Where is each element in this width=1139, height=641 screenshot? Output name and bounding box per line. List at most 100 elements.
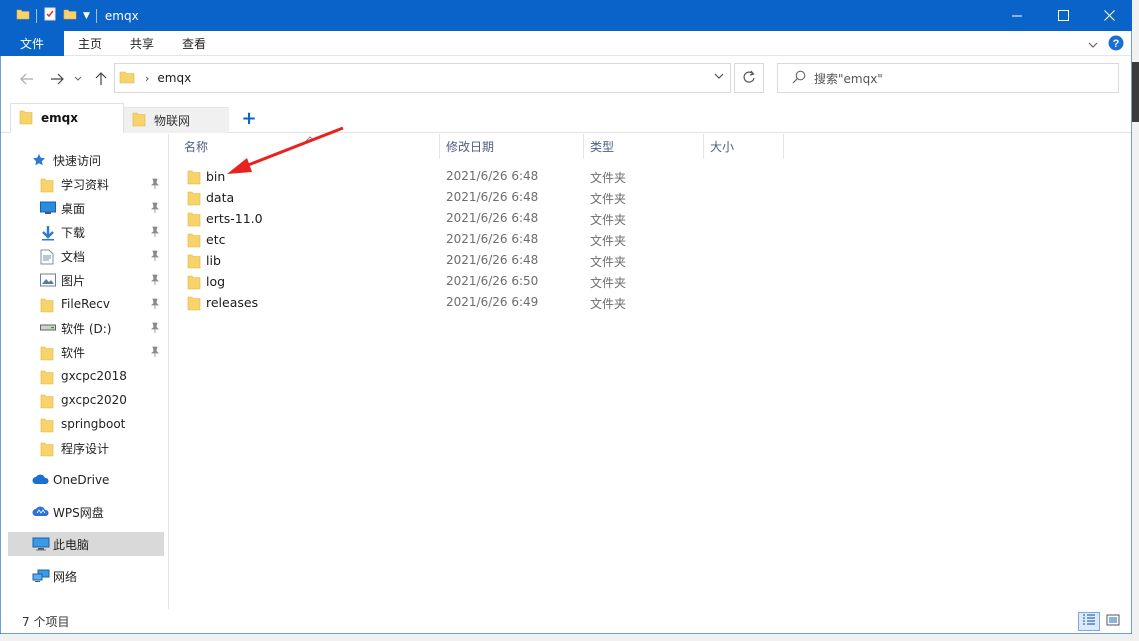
sidebar-item-network[interactable]: 网络: [8, 564, 164, 588]
file-type: 文件夹: [590, 276, 627, 290]
file-row[interactable]: etc 2021/6/26 6:48 文件夹: [184, 229, 784, 250]
properties-icon[interactable]: [43, 7, 57, 24]
picture-icon: [40, 273, 56, 290]
close-button[interactable]: [1086, 0, 1132, 31]
forward-arrow-icon[interactable]: [48, 70, 66, 88]
file-modified: 2021/6/26 6:48: [446, 190, 539, 204]
sidebar-item-gxcpc2020[interactable]: gxcpc2020: [8, 388, 164, 412]
file-row[interactable]: data 2021/6/26 6:48 文件夹: [184, 187, 784, 208]
tab-home[interactable]: 主页: [64, 31, 116, 56]
file-modified: 2021/6/26 6:48: [446, 253, 539, 267]
details-view-icon: [1082, 614, 1096, 629]
folder-icon: [119, 69, 135, 88]
file-name: data: [206, 190, 235, 205]
pin-icon[interactable]: [150, 274, 160, 289]
column-header-size[interactable]: 大小: [710, 134, 734, 159]
add-tab-button[interactable]: +: [240, 108, 258, 129]
onedrive-icon: [32, 473, 50, 488]
sidebar-item-documents[interactable]: 文档: [8, 244, 164, 268]
chevron-down-icon[interactable]: ▼: [83, 11, 90, 21]
column-separator[interactable]: [439, 134, 440, 159]
tab-view[interactable]: 查看: [168, 31, 220, 56]
recent-locations-chevron-icon[interactable]: [72, 70, 84, 88]
sidebar-item-this-pc[interactable]: 此电脑: [8, 532, 164, 556]
sidebar-item-label: 程序设计: [61, 441, 110, 456]
up-arrow-icon[interactable]: [92, 70, 110, 88]
folder-icon: [187, 169, 201, 188]
large-icons-view-button[interactable]: [1102, 612, 1124, 631]
back-arrow-icon[interactable]: [18, 70, 36, 88]
sidebar-item-filerecv[interactable]: FileRecv: [8, 292, 164, 316]
column-separator[interactable]: [583, 134, 584, 159]
file-type: 文件夹: [590, 234, 627, 248]
chevron-down-icon[interactable]: [1088, 38, 1098, 52]
tab-label: emqx: [41, 111, 78, 125]
column-separator[interactable]: [783, 134, 784, 159]
file-name: releases: [206, 295, 259, 310]
sidebar-item-label: 快速访问: [53, 153, 102, 168]
tab-iot[interactable]: 物联网: [124, 107, 229, 133]
item-count: 7 个项目: [22, 615, 70, 629]
column-header-type[interactable]: 类型: [590, 134, 614, 159]
folder-icon: [40, 441, 54, 460]
breadcrumb-separator-icon[interactable]: ›: [145, 72, 149, 85]
pin-icon[interactable]: [150, 250, 160, 265]
sidebar-item-springboot[interactable]: springboot: [8, 412, 164, 436]
status-bar: 7 个项目: [0, 609, 1132, 634]
file-row[interactable]: releases 2021/6/26 6:49 文件夹: [184, 292, 784, 313]
folder-tab-strip: emqx 物联网 +: [0, 103, 1132, 133]
view-toggle: [1078, 612, 1124, 631]
pin-icon[interactable]: [150, 346, 160, 361]
pin-icon[interactable]: [150, 322, 160, 337]
folder-icon: [40, 297, 54, 316]
sidebar-item-drive-d[interactable]: 软件 (D:): [8, 316, 164, 340]
pin-icon[interactable]: [150, 226, 160, 241]
tab-emqx[interactable]: emqx: [10, 103, 124, 133]
tab-file[interactable]: 文件: [0, 30, 64, 56]
new-folder-icon[interactable]: [63, 7, 77, 24]
sidebar-item-pictures[interactable]: 图片: [8, 268, 164, 292]
refresh-button[interactable]: [734, 63, 764, 93]
sidebar-item-label: 网络: [53, 569, 78, 584]
large-icons-view-icon: [1106, 614, 1120, 629]
file-row[interactable]: bin 2021/6/26 6:48 文件夹: [184, 166, 784, 187]
maximize-button[interactable]: [1040, 0, 1086, 31]
drive-icon: [40, 321, 56, 335]
file-row[interactable]: log 2021/6/26 6:50 文件夹: [184, 271, 784, 292]
sidebar-item-quick-access[interactable]: 快速访问: [8, 148, 164, 172]
minimize-button[interactable]: [994, 0, 1040, 31]
sidebar-item-label: gxcpc2020: [61, 393, 127, 407]
sidebar-item-onedrive[interactable]: OneDrive: [8, 468, 164, 492]
desktop-edge: [1132, 62, 1139, 122]
sidebar-item-desktop[interactable]: 桌面: [8, 196, 164, 220]
breadcrumb-emqx[interactable]: emqx: [157, 71, 191, 85]
sidebar-item-study-materials[interactable]: 学习资料: [8, 172, 164, 196]
desktop-edge: [0, 634, 1132, 641]
navigation-pane: 快速访问 学习资料 桌面 下载 文档 图片 FileRecv 软件 (D:) 软…: [0, 134, 168, 609]
address-bar[interactable]: › emqx: [114, 63, 731, 93]
sidebar-item-programming[interactable]: 程序设计: [8, 436, 164, 460]
folder-icon: [40, 177, 54, 196]
file-row[interactable]: lib 2021/6/26 6:48 文件夹: [184, 250, 784, 271]
search-input[interactable]: 搜索"emqx": [777, 63, 1119, 93]
column-header-modified[interactable]: 修改日期: [446, 134, 494, 159]
sidebar-item-downloads[interactable]: 下载: [8, 220, 164, 244]
tab-share[interactable]: 共享: [116, 31, 168, 56]
pin-icon[interactable]: [150, 298, 160, 313]
chevron-down-icon[interactable]: [714, 72, 724, 83]
search-icon: [792, 70, 806, 87]
sidebar-item-wps-cloud[interactable]: WPS网盘: [8, 500, 164, 524]
sidebar-item-gxcpc2018[interactable]: gxcpc2018: [8, 364, 164, 388]
help-icon[interactable]: ?: [1108, 35, 1124, 54]
sidebar-item-label: 桌面: [61, 201, 86, 216]
column-separator[interactable]: [703, 134, 704, 159]
sidebar-item-label: FileRecv: [61, 297, 110, 311]
sidebar-item-software[interactable]: 软件: [8, 340, 164, 364]
ribbon-tabs: 文件 主页 共享 查看 ?: [0, 30, 1132, 56]
file-row[interactable]: erts-11.0 2021/6/26 6:48 文件夹: [184, 208, 784, 229]
sort-ascending-icon: [305, 131, 315, 145]
details-view-button[interactable]: [1078, 612, 1100, 631]
pin-icon[interactable]: [150, 178, 160, 193]
pin-icon[interactable]: [150, 202, 160, 217]
column-header-name[interactable]: 名称: [184, 134, 208, 159]
